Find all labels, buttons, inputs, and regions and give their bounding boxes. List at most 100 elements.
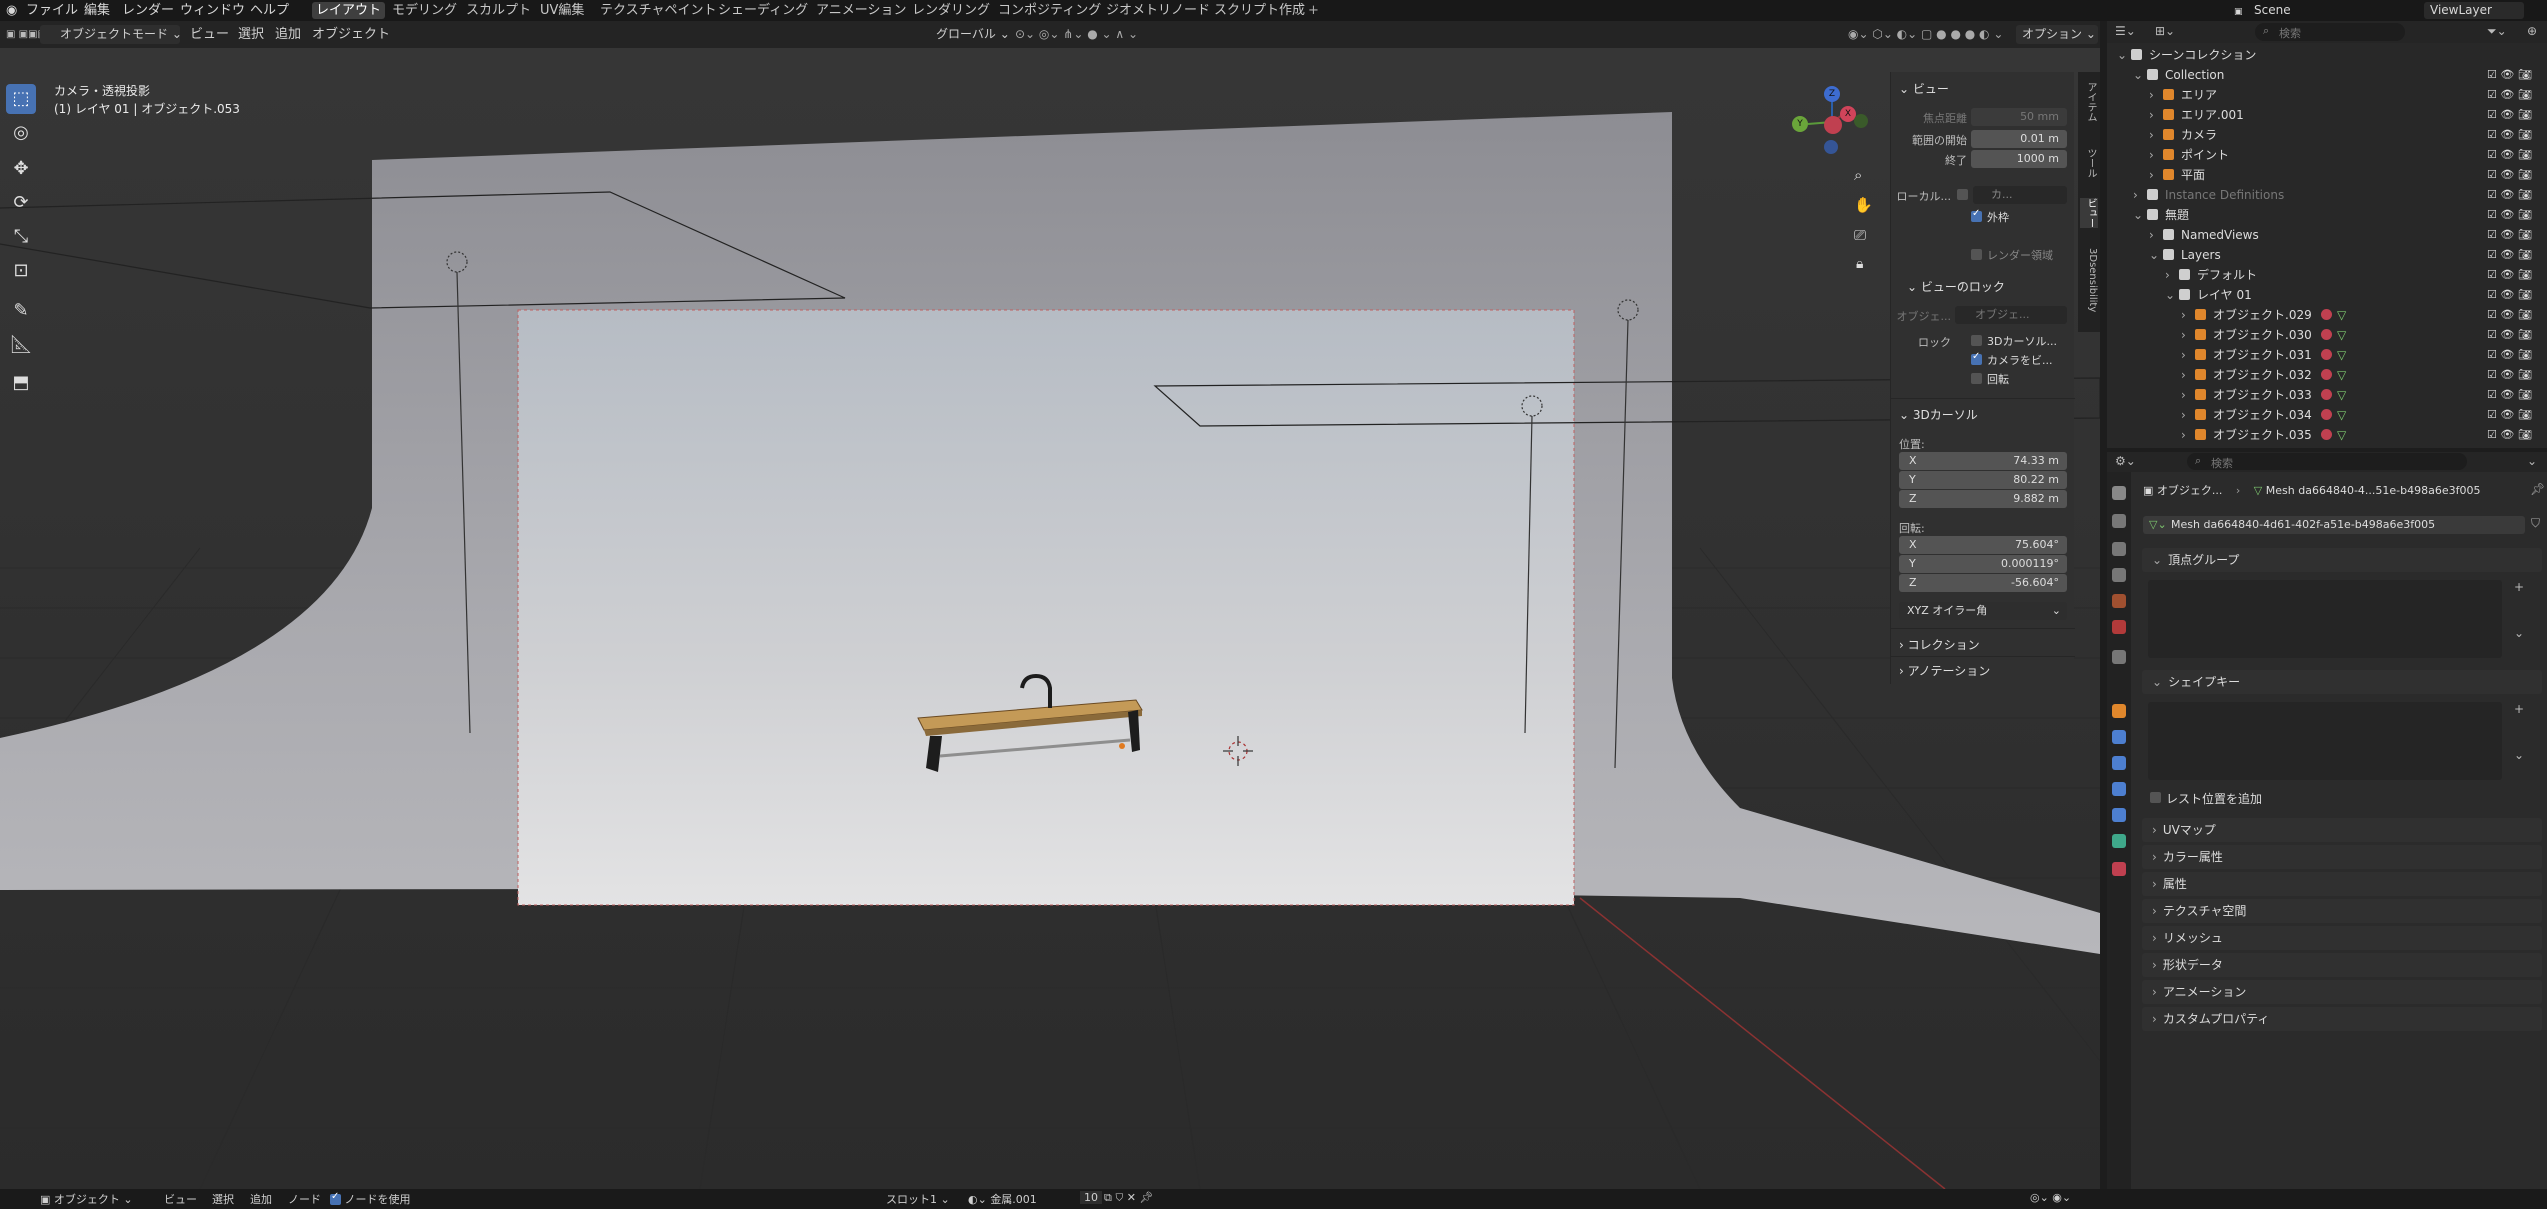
expand-chevron-icon[interactable]: ⌄	[2133, 205, 2143, 225]
visibility-toggles-icon[interactable]: ☑ 👁︎ 📷︎	[2487, 305, 2532, 325]
bottom-menu-view[interactable]: ビュー	[164, 1191, 197, 1207]
visibility-toggles-icon[interactable]: ☑ 👁︎ 📷︎	[2487, 385, 2532, 405]
menu-file[interactable]: ファイル	[22, 2, 82, 19]
outline-checkbox[interactable]	[1971, 208, 1982, 222]
property-section-header[interactable]: 属性	[2142, 872, 2542, 896]
property-section-header[interactable]: カラー属性	[2142, 845, 2542, 869]
outliner-row[interactable]: › ポイント ☑ 👁︎ 📷︎	[2107, 145, 2547, 165]
expand-chevron-icon[interactable]: ⌄	[2149, 245, 2159, 265]
outliner-row[interactable]: › NamedViews ☑ 👁︎ 📷︎	[2107, 225, 2547, 245]
cursor-loc-z[interactable]: Z 9.882 m	[1899, 490, 2067, 508]
outliner-row[interactable]: ⌄ レイヤ 01 ☑ 👁︎ 📷︎	[2107, 285, 2547, 305]
visibility-toggles-icon[interactable]: ☑ 👁︎ 📷︎	[2487, 145, 2532, 165]
gizmo-z-axis[interactable]: Z	[1824, 86, 1840, 102]
visibility-toggles-icon[interactable]: ☑ 👁︎ 📷︎	[2487, 365, 2532, 385]
particles-tab-icon[interactable]	[2112, 756, 2126, 770]
transform-tool-icon[interactable]: ⊡	[6, 256, 36, 286]
cursor-rot-z[interactable]: Z -56.604°	[1899, 574, 2067, 592]
display-mode-icon[interactable]: ⊞⌄	[2155, 24, 2175, 38]
visibility-toggles-icon[interactable]: ☑ 👁︎ 📷︎	[2487, 325, 2532, 345]
gizmo-neg-y[interactable]	[1854, 114, 1868, 128]
add-vertex-group-icon[interactable]: +	[2514, 580, 2524, 594]
outliner-editor-icon[interactable]: ☰⌄	[2115, 24, 2136, 38]
focal-length-field[interactable]: 50 mm	[1971, 108, 2067, 126]
outliner-row[interactable]: › 平面 ☑ 👁︎ 📷︎	[2107, 165, 2547, 185]
pivot-snap-icons[interactable]: ⊙⌄ ◎⌄ ⋔⌄ ● ⌄ ∧ ⌄	[1015, 25, 1138, 44]
render-region-checkbox[interactable]	[1971, 249, 1982, 260]
camera-view-icon[interactable]: ⎚	[1854, 226, 1866, 244]
tab-view[interactable]: ビュー	[2080, 198, 2098, 228]
scale-tool-icon[interactable]: ⤡	[6, 222, 36, 252]
bottom-menu-select[interactable]: 選択	[212, 1191, 234, 1207]
breadcrumb-object[interactable]: オブジェク...	[2157, 484, 2223, 497]
cursor-loc-x[interactable]: X 74.33 m	[1899, 452, 2067, 470]
tool-tab-icon[interactable]	[2112, 486, 2126, 500]
material-icon[interactable]	[2321, 389, 2332, 400]
clip-start-field[interactable]: 0.01 m	[1971, 130, 2067, 148]
tab-animation[interactable]: アニメーション	[812, 2, 910, 19]
menu-render[interactable]: レンダー	[118, 2, 178, 19]
cursor-tool-icon[interactable]: ◎	[6, 118, 36, 148]
tab-tool[interactable]: ツール	[2080, 148, 2098, 178]
orientation-dropdown[interactable]: グローバル ⌄	[918, 25, 1010, 44]
outliner-row[interactable]: › オブジェクト.031 ☑ 👁︎ 📷︎ ▽	[2107, 345, 2547, 365]
outliner-row[interactable]: ⌄ Collection ☑ 👁︎ 📷︎	[2107, 65, 2547, 85]
clip-end-field[interactable]: 1000 m	[1971, 150, 2067, 168]
properties-search-input[interactable]: ⌕ 検索	[2187, 453, 2467, 470]
expand-chevron-icon[interactable]: ›	[2165, 265, 2170, 285]
mesh-icon[interactable]: ▽	[2337, 385, 2346, 405]
outliner-row[interactable]: › オブジェクト.032 ☑ 👁︎ 📷︎ ▽	[2107, 365, 2547, 385]
header-menu-select[interactable]: 選択	[238, 25, 264, 44]
visibility-toggles-icon[interactable]: ☑ 👁︎ 📷︎	[2487, 65, 2532, 85]
material-icon[interactable]	[2321, 329, 2332, 340]
add-workspace-button[interactable]: +	[1304, 2, 1323, 19]
outliner-row[interactable]: › デフォルト ☑ 👁︎ 📷︎	[2107, 265, 2547, 285]
cursor-loc-y[interactable]: Y 80.22 m	[1899, 471, 2067, 489]
use-nodes-toggle[interactable]: ノードを使用	[330, 1191, 411, 1207]
object-tab-icon[interactable]	[2112, 704, 2126, 718]
expand-chevron-icon[interactable]: ⌄	[2133, 65, 2143, 85]
outliner-row[interactable]: ⌄ 無題 ☑ 👁︎ 📷︎	[2107, 205, 2547, 225]
expand-chevron-icon[interactable]: ›	[2181, 365, 2186, 385]
property-section-header[interactable]: 形状データ	[2142, 953, 2542, 977]
outliner-row[interactable]: › Instance Definitions ☑ 👁︎ 📷︎	[2107, 185, 2547, 205]
render-tab-icon[interactable]	[2112, 514, 2126, 528]
property-section-header[interactable]: UVマップ	[2142, 818, 2542, 842]
output-tab-icon[interactable]	[2112, 542, 2126, 556]
zoom-icon[interactable]: ⌕	[1854, 166, 1862, 184]
expand-chevron-icon[interactable]: ›	[2149, 145, 2154, 165]
measure-tool-icon[interactable]: 📐︎	[6, 330, 36, 360]
outliner-row[interactable]: › カメラ ☑ 👁︎ 📷︎	[2107, 125, 2547, 145]
move-tool-icon[interactable]: ✥	[6, 154, 36, 184]
3d-viewport[interactable]: カメラ・透視投影 (1) レイヤ 01 | オブジェクト.053 Z Y X ⌕…	[0, 48, 2100, 1189]
material-icon[interactable]	[2321, 409, 2332, 420]
mesh-icon[interactable]: ▽	[2337, 345, 2346, 365]
tab-rendering[interactable]: レンダリング	[908, 2, 994, 19]
expand-chevron-icon[interactable]: ›	[2181, 425, 2186, 445]
viewlayer-name[interactable]: ViewLayer	[2424, 2, 2524, 19]
header-menu-object[interactable]: オブジェクト	[312, 25, 390, 44]
constraints-tab-icon[interactable]	[2112, 808, 2126, 822]
visibility-toggles-icon[interactable]: ☑ 👁︎ 📷︎	[2487, 165, 2532, 185]
new-collection-icon[interactable]: ⊕	[2527, 24, 2537, 38]
mesh-icon[interactable]: ▽	[2337, 425, 2346, 445]
header-menu-view[interactable]: ビュー	[190, 25, 229, 44]
expand-chevron-icon[interactable]: ⌄	[2165, 285, 2175, 305]
view-lock-header[interactable]: ⌄ ビューのロック	[1907, 278, 2005, 295]
visibility-toggles-icon[interactable]: ☑ 👁︎ 📷︎	[2487, 125, 2532, 145]
tab-texture-paint[interactable]: テクスチャペイント	[596, 2, 720, 19]
mesh-name-field[interactable]: ▽⌄ Mesh da664840-4d61-402f-a51e-b498a6e3…	[2143, 516, 2525, 534]
expand-chevron-icon[interactable]: ›	[2133, 185, 2138, 205]
blender-logo-icon[interactable]: ◉	[2, 2, 21, 19]
rotation-mode-dropdown[interactable]: XYZ オイラー角 ⌄	[1899, 602, 2067, 620]
menu-window[interactable]: ウィンドウ	[176, 2, 249, 19]
visibility-toggles-icon[interactable]: ☑ 👁︎ 📷︎	[2487, 245, 2532, 265]
visibility-toggles-icon[interactable]: ☑ 👁︎ 📷︎	[2487, 425, 2532, 445]
outliner-row[interactable]: › オブジェクト.029 ☑ 👁︎ 📷︎ ▽	[2107, 305, 2547, 325]
world-tab-icon[interactable]	[2112, 620, 2126, 634]
view-panel-header[interactable]: ⌄ ビュー	[1899, 80, 1949, 97]
visibility-gizmo-icons[interactable]: ◉⌄ ⬡⌄ ◐⌄ ▢ ● ● ● ◐ ⌄	[1848, 25, 2003, 44]
rotate-tool-icon[interactable]: ⟳	[6, 188, 36, 218]
editor-mode-dropdown[interactable]: ▣ オブジェクト ⌄	[40, 1191, 133, 1207]
visibility-toggles-icon[interactable]: ☑ 👁︎ 📷︎	[2487, 345, 2532, 365]
